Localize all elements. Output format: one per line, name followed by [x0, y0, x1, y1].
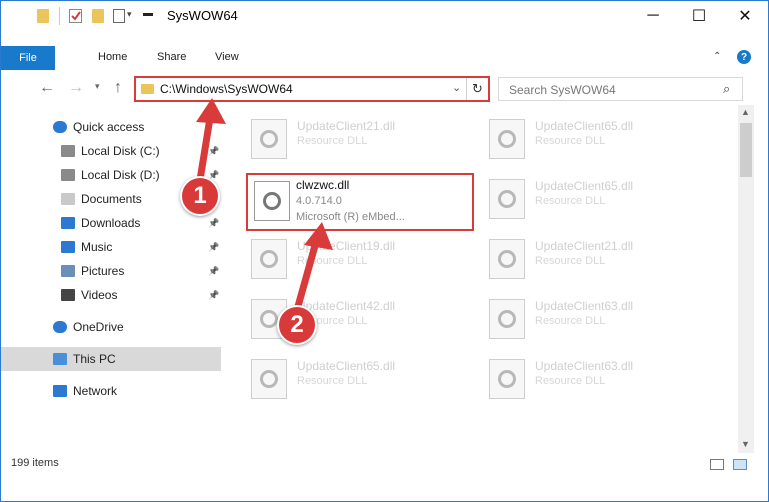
step-marker-2: 2	[277, 305, 317, 345]
annotation-arrows	[196, 98, 333, 314]
step-marker-1: 1	[180, 176, 220, 216]
arrow-2	[293, 238, 320, 314]
arrow-2-head	[304, 222, 333, 250]
arrow-1-head	[196, 98, 226, 124]
arrow-1	[196, 114, 214, 184]
